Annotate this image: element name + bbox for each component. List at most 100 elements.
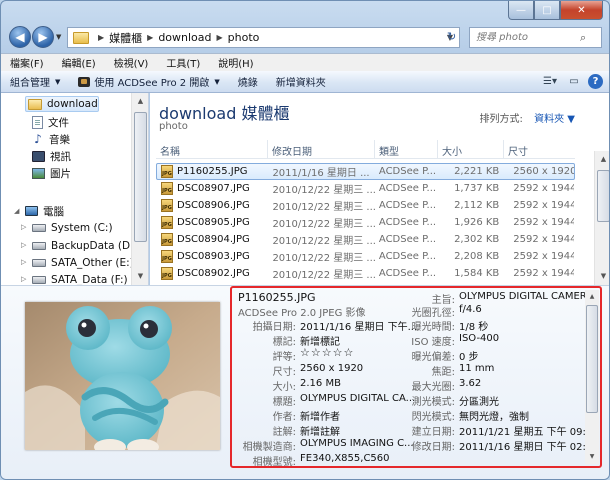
back-button[interactable]: ◀ <box>9 26 31 48</box>
arrange-by-dropdown[interactable]: 資料夾 ▼ <box>534 114 575 125</box>
prop-title[interactable]: 標題: OLYMPUS DIGITAL CA... <box>238 393 416 408</box>
file-dimensions: 2592 x 1944 <box>513 251 574 262</box>
expand-icon[interactable]: ▷ <box>21 275 26 283</box>
open-with-button[interactable]: 使用 ACDSee Pro 2 開啟 ▼ <box>69 71 228 93</box>
library-subtitle: photo <box>159 121 188 132</box>
prop-date-created[interactable]: 建立日期: 2011/1/21 星期五 下午 09:31 <box>401 423 599 438</box>
address-bar[interactable]: ▶ 媒體櫃 ▶ download ▶ photo ▼ <box>67 27 460 48</box>
scrollbar-thumb[interactable] <box>134 112 147 242</box>
column-header-type[interactable]: 類型 <box>375 140 438 158</box>
file-list-scrollbar[interactable]: ▲ ▼ <box>594 151 609 285</box>
scrollbar-thumb[interactable] <box>586 305 598 413</box>
scroll-down-icon[interactable]: ▼ <box>585 450 599 464</box>
details-scrollbar[interactable]: ▲ ▼ <box>585 290 599 464</box>
prop-dimensions[interactable]: 尺寸: 2560 x 1920 <box>238 363 364 378</box>
table-row[interactable]: JPG DSC08904.JPG 2010/12/22 星期三 ... ACDSe… <box>156 231 575 248</box>
chevron-down-icon: ▼ <box>214 77 220 86</box>
nav-item-documents[interactable]: 文件 <box>32 114 69 130</box>
recent-pages-dropdown[interactable]: ▼ <box>56 33 61 41</box>
expand-icon[interactable]: ▷ <box>21 223 26 231</box>
breadcrumb-chevron-icon[interactable]: ▶ <box>147 33 153 42</box>
table-row[interactable]: JPG DSC08905.JPG 2010/12/22 星期三 ... ACDSe… <box>156 214 575 231</box>
column-header-name[interactable]: 名稱 <box>156 140 268 158</box>
nav-item-label: 音樂 <box>49 133 70 146</box>
chevron-down-icon: ▼ <box>55 77 61 86</box>
menu-view[interactable]: 檢視(V) <box>105 55 158 70</box>
nav-item-drive-c[interactable]: System (C:) <box>32 220 113 236</box>
nav-item-download[interactable]: download <box>25 96 99 112</box>
prop-camera-maker[interactable]: 相機製造商: OLYMPUS IMAGING C... <box>238 438 414 453</box>
prop-size[interactable]: 大小: 2.16 MB <box>238 378 341 393</box>
nav-item-videos[interactable]: 視訊 <box>32 148 71 164</box>
menu-tools[interactable]: 工具(T) <box>157 55 209 70</box>
menu-help[interactable]: 說明(H) <box>209 55 262 70</box>
prop-iso[interactable]: ISO 速度: ISO-400 <box>401 333 499 348</box>
rating-stars-icon[interactable]: ☆☆☆☆☆ <box>300 347 354 363</box>
organize-button[interactable]: 組合管理 ▼ <box>1 71 69 93</box>
scroll-up-icon[interactable]: ▲ <box>585 290 599 304</box>
scroll-down-icon[interactable]: ▼ <box>132 268 148 285</box>
breadcrumb-libraries[interactable]: 媒體櫃 <box>109 30 142 46</box>
breadcrumb-photo[interactable]: photo <box>228 31 260 44</box>
breadcrumb-download[interactable]: download <box>158 31 211 44</box>
nav-item-music[interactable]: ♪ 音樂 <box>32 131 70 147</box>
minimize-button[interactable]: — <box>508 1 534 20</box>
scrollbar-thumb[interactable] <box>597 170 609 222</box>
collapse-icon[interactable]: ◢ <box>14 207 19 215</box>
table-row[interactable]: JPG P1160255.JPG 2011/1/16 星期日 ... ACDSee… <box>156 163 575 180</box>
view-controls: ☰▾ ▭ ? <box>536 74 609 90</box>
table-row[interactable]: JPG DSC08903.JPG 2010/12/22 星期三 ... ACDSe… <box>156 248 575 265</box>
prop-author[interactable]: 作者: 新增作者 <box>238 408 340 423</box>
prop-f-stop[interactable]: 光圈孔徑: f/4.6 <box>401 304 482 319</box>
prop-date-modified[interactable]: 修改日期: 2011/1/16 星期日 下午 02:21 <box>401 438 599 453</box>
nav-item-label: SATA_Other (E:) <box>51 257 134 269</box>
help-icon[interactable]: ? <box>588 74 603 89</box>
nav-item-drive-e[interactable]: SATA_Other (E:) <box>32 255 134 271</box>
menu-file[interactable]: 檔案(F) <box>1 55 53 70</box>
burn-button[interactable]: 燒錄 <box>229 71 267 93</box>
menu-edit[interactable]: 編輯(E) <box>53 55 105 70</box>
prop-comments[interactable]: 註解: 新增註解 <box>238 423 340 438</box>
table-row[interactable]: JPG DSC08906.JPG 2010/12/22 星期三 ... ACDSe… <box>156 197 575 214</box>
breadcrumb-chevron-icon[interactable]: ▶ <box>217 33 223 42</box>
table-row[interactable]: JPG DSC08902.JPG 2010/12/22 星期三 ... ACDSe… <box>156 265 575 282</box>
search-input[interactable] <box>470 32 580 43</box>
preview-pane-icon[interactable]: ▭ <box>564 74 584 90</box>
column-header-date[interactable]: 修改日期 <box>268 140 375 158</box>
nav-item-computer[interactable]: 電腦 <box>25 203 64 219</box>
expand-icon[interactable]: ▷ <box>21 258 26 266</box>
prop-camera-model[interactable]: 相機型號: FE340,X855,C560 <box>238 453 390 468</box>
maximize-button[interactable]: □ <box>534 1 560 20</box>
nav-item-drive-f[interactable]: SATA_Data (F:) <box>32 272 128 285</box>
column-header-size[interactable]: 大小 <box>438 140 504 158</box>
explorer-window: — □ ✕ ◀ ▶ ▼ ▶ 媒體櫃 ▶ download ▶ photo ▼ ↻… <box>0 0 610 480</box>
nav-scrollbar[interactable]: ▲ ▼ <box>131 93 148 285</box>
scroll-up-icon[interactable]: ▲ <box>132 93 148 110</box>
nav-item-drive-d[interactable]: BackupData (D:) <box>32 238 138 254</box>
close-button[interactable]: ✕ <box>560 1 603 20</box>
nav-item-label: 視訊 <box>50 150 71 163</box>
expand-icon[interactable]: ▷ <box>21 241 26 249</box>
prop-exposure-bias[interactable]: 曝光偏差: 0 步 <box>401 348 479 363</box>
prop-date-taken[interactable]: 拍攝日期: 2011/1/16 星期日 下午... <box>238 318 418 333</box>
new-folder-button[interactable]: 新增資料夾 <box>267 71 335 93</box>
prop-metering-mode[interactable]: 測光模式: 分區測光 <box>401 393 499 408</box>
prop-focal-length[interactable]: 焦距: 11 mm <box>401 363 495 378</box>
forward-button[interactable]: ▶ <box>32 26 54 48</box>
view-options-icon[interactable]: ☰▾ <box>540 74 560 90</box>
column-header-dimensions[interactable]: 尺寸 <box>504 140 575 158</box>
prop-max-aperture[interactable]: 最大光圈: 3.62 <box>401 378 482 393</box>
scroll-down-icon[interactable]: ▼ <box>595 268 609 285</box>
prop-rating[interactable]: 評等: ☆☆☆☆☆ <box>238 347 354 363</box>
nav-item-pictures[interactable]: 圖片 <box>32 165 71 181</box>
music-icon: ♪ <box>34 132 42 146</box>
table-row[interactable]: JPG DSC08907.JPG 2010/12/22 星期三 ... ACDSe… <box>156 180 575 197</box>
search-icon[interactable]: ⌕ <box>580 31 586 45</box>
prop-exposure-time[interactable]: 曝光時間: 1/8 秒 <box>401 318 489 333</box>
search-box[interactable]: ⌕ <box>469 27 602 48</box>
refresh-icon[interactable]: ↻ <box>447 30 456 43</box>
breadcrumb-chevron-icon[interactable]: ▶ <box>98 33 104 42</box>
scroll-up-icon[interactable]: ▲ <box>595 151 609 168</box>
prop-flash-mode[interactable]: 閃光模式: 無閃光燈，強制 <box>401 408 529 423</box>
nav-item-label: 電腦 <box>43 205 64 218</box>
